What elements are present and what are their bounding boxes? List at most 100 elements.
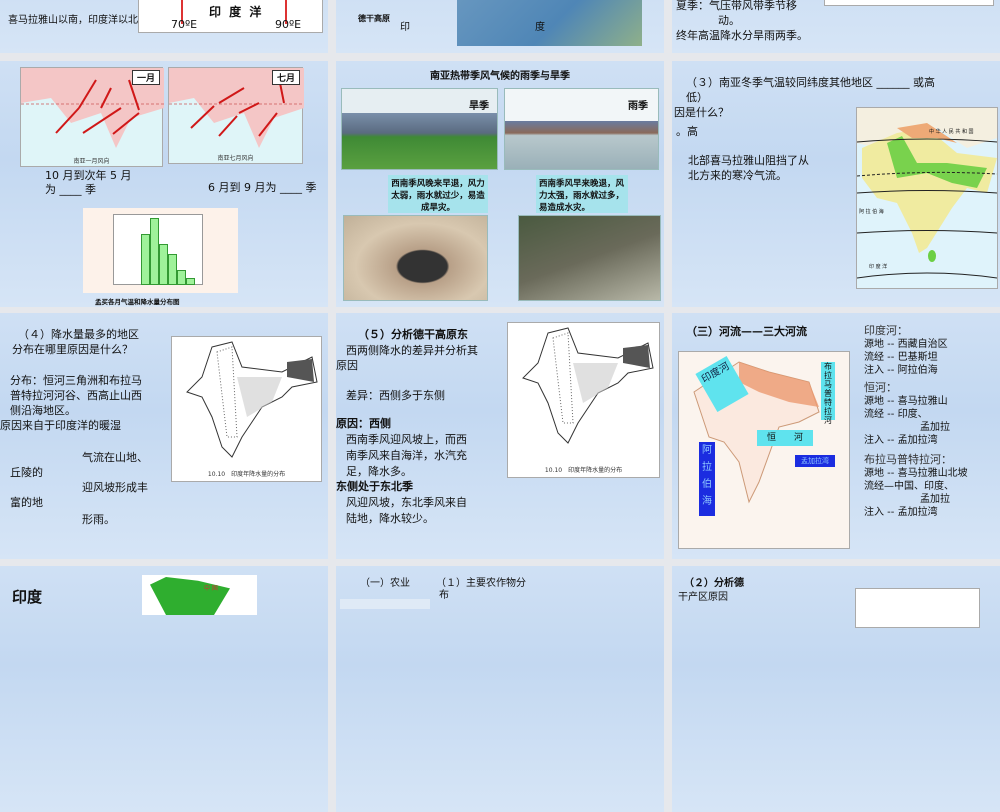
- brahmaputra-river-tag: 布拉马普特拉河: [821, 362, 835, 425]
- slide-thumbnail-2[interactable]: 德干高原 印 度: [336, 0, 664, 53]
- map-label: 阿 拉 伯 海: [859, 209, 884, 215]
- question-text: 分布在哪里原因是什么？: [12, 343, 133, 356]
- bay-of-bengal-tag: 孟加拉湾: [795, 455, 835, 467]
- slide-thumbnail-9[interactable]: （三）河流——三大河流 印度河 布拉马普特拉河 恒 河 阿拉伯海 孟加拉湾 印度…: [672, 313, 1000, 559]
- answer-text: 普特拉河河谷、西高止山西: [10, 389, 142, 402]
- map-image: [824, 0, 994, 6]
- answer-text: 分布：恒河三角洲和布拉马: [10, 374, 142, 387]
- rainy-season-note: 西南季风早来晚退，风力太强，雨水就过多，易造成水灾。: [536, 175, 628, 213]
- river-detail: 注入 -- 孟加拉湾: [864, 435, 938, 446]
- longitude-label: 70ºE: [171, 18, 198, 31]
- answer-text: 丘陵的: [10, 466, 43, 479]
- slide-thumbnail-7[interactable]: （４）降水量最多的地区 分布在哪里原因是什么？ 分布：恒河三角洲和布拉马 普特拉…: [0, 313, 328, 559]
- answer-text: 。高: [676, 125, 698, 138]
- slide-thumbnail-10[interactable]: 印度 中 国: [0, 566, 328, 812]
- slide-thumbnail-5[interactable]: 南亚热带季风气候的雨季与旱季 旱季 雨季 西南季风晚来早退，风力太弱，雨水就过少…: [336, 61, 664, 307]
- rainfall-map: 10.10 印度年降水量的分布: [507, 322, 660, 478]
- answer-text: 东侧处于东北季: [336, 480, 413, 493]
- india-map: 中 国: [142, 575, 257, 615]
- drought-photo: [343, 215, 488, 301]
- slide-text: （１）主要农作物分: [436, 578, 526, 589]
- answer-text: 原因来自于印度洋的暖湿: [0, 419, 121, 432]
- slide-text: 干产区原因: [678, 592, 728, 603]
- slide-text: （一）农业: [360, 578, 410, 589]
- map-label: 中 国: [204, 585, 218, 592]
- map-caption: 10.10 印度年降水量的分布: [544, 467, 623, 474]
- river-detail: 孟加拉: [920, 422, 950, 433]
- river-detail: 源地 -- 西藏自治区: [864, 339, 948, 350]
- rivers-map: 印度河 布拉马普特拉河 恒 河 阿拉伯海 孟加拉湾: [678, 351, 850, 549]
- flood-photo: [518, 215, 661, 301]
- map-label: 印 度 洋: [869, 264, 888, 270]
- dry-season-label: 旱季: [469, 101, 489, 112]
- longitude-label: 90ºE: [275, 18, 302, 31]
- map-image: 印 度 洋 70ºE 90ºE: [138, 0, 323, 33]
- river-detail: 注入 -- 孟加拉湾: [864, 507, 938, 518]
- question-text: 西两侧降水的差异并分析其: [346, 344, 478, 357]
- river-ganges: 恒河： 源地 -- 喜马拉雅山 流经 -- 印度、 孟加拉 注入 -- 孟加拉湾: [864, 381, 968, 447]
- map-label: 印 度 洋: [209, 5, 264, 19]
- answer-text: 足，降水多。: [346, 465, 412, 478]
- river-detail: 流经 -- 巴基斯坦: [864, 352, 938, 363]
- question-text: （３）南亚冬季气温较同纬度其他地区 ______ 或高: [686, 76, 935, 89]
- arabian-sea-tag: 阿拉伯海: [699, 442, 715, 516]
- river-detail: 注入 -- 阿拉伯海: [864, 365, 938, 376]
- satellite-map-image: 度: [457, 0, 642, 46]
- slide-thumbnail-1[interactable]: 喜马拉雅山以南，印度洋以北 印 度 洋 70ºE 90ºE: [0, 0, 328, 53]
- ganges-river-tag: 恒 河: [757, 430, 813, 446]
- question-text: 因是什么？: [674, 106, 729, 119]
- question-text: 6 月到 9 月为 ____ 季: [208, 181, 317, 194]
- river-detail: 流经—中国、印度、: [864, 481, 954, 492]
- rainy-season-photo: 雨季: [504, 88, 659, 170]
- river-brahmaputra: 布拉马普特拉河： 源地 -- 喜马拉雅山北坡 流经—中国、印度、 孟加拉 注入 …: [864, 453, 968, 519]
- slide-title: （三）河流——三大河流: [686, 325, 807, 338]
- wind-map-july: 七月 南亚七月风向: [168, 67, 304, 164]
- answer-text: 气流在山地、: [82, 451, 148, 464]
- slide-title: 印度: [12, 588, 43, 606]
- river-detail: 流经 -- 印度、: [864, 409, 928, 420]
- answer-text: 差异：西侧多于东侧: [346, 389, 445, 402]
- answer-text: 陆地，降水较少。: [346, 512, 434, 525]
- question-text: （５）分析德干高原东: [358, 328, 468, 341]
- month-tag: 七月: [271, 70, 300, 85]
- slide-text: 夏季：气压带风带季节移: [676, 0, 797, 12]
- question-text: 原因: [336, 359, 358, 372]
- map-caption: 南亚七月风向: [217, 155, 254, 162]
- answer-text: 原因：西侧: [336, 417, 391, 430]
- dry-season-photo: 旱季: [341, 88, 498, 170]
- answer-text: 风迎风坡，东北季风来自: [346, 496, 467, 509]
- answer-text: 富的地: [10, 496, 43, 509]
- south-asia-map: 中 华 人 民 共 和 国 阿 拉 伯 海 印 度 洋: [856, 107, 998, 289]
- rivers-list: 印度河： 源地 -- 西藏自治区 流经 -- 巴基斯坦 注入 -- 阿拉伯海 恒…: [864, 324, 968, 519]
- map-label: 度: [535, 22, 545, 33]
- slide-thumbnail-12[interactable]: （２）分析德 干产区原因: [672, 566, 1000, 812]
- river-detail: 孟加拉: [920, 494, 950, 505]
- river-name: 布拉马普特拉河：: [864, 453, 952, 466]
- answer-text: 北部喜马拉雅山阻挡了从: [688, 154, 809, 167]
- slide-text: 布: [439, 590, 449, 601]
- slide-text: 动。: [718, 14, 740, 27]
- slide-thumbnail-11[interactable]: （一）农业 （１）主要农作物分 布: [336, 566, 664, 812]
- slide-text: （２）分析德: [684, 578, 744, 589]
- map-image: [855, 588, 980, 628]
- slide-thumbnail-3[interactable]: 夏季：气压带风带季节移 动。 终年高温降水分旱雨两季。: [672, 0, 1000, 53]
- answer-text: 形雨。: [82, 513, 115, 526]
- river-detail: 源地 -- 喜马拉雅山北坡: [864, 468, 968, 479]
- map-label: 中 华 人 民 共 和 国: [929, 129, 974, 135]
- question-text: 为 ____ 季: [45, 183, 96, 196]
- answer-text: 迎风坡形成丰: [82, 481, 148, 494]
- chart-caption: 孟买各月气温和降水量分布图: [95, 298, 180, 306]
- slide-thumbnail-6[interactable]: （３）南亚冬季气温较同纬度其他地区 ______ 或高 低） 因是什么？ 。高 …: [672, 61, 1000, 307]
- rainy-season-label: 雨季: [628, 101, 648, 112]
- dry-season-note: 西南季风晚来早退，风力太弱，雨水就过少，易造成旱灾。: [388, 175, 488, 213]
- question-text: （４）降水量最多的地区: [18, 328, 139, 341]
- river-name: 恒河：: [864, 381, 897, 394]
- map-caption: 10.10 印度年降水量的分布: [207, 471, 286, 478]
- slide-text: 喜马拉雅山以南，印度洋以北: [8, 15, 138, 26]
- month-tag: 一月: [131, 70, 160, 85]
- slide-thumbnail-8[interactable]: （５）分析德干高原东 西两侧降水的差异并分析其 原因 差异：西侧多于东侧 原因：…: [336, 313, 664, 559]
- slide-thumbnail-4[interactable]: 一月 南亚一月风向 七月 南亚七月风向 10 月到次年 5 月 为 ____ 季…: [0, 61, 328, 307]
- map-label: 德干高原: [358, 14, 390, 23]
- map-caption: 南亚一月风向: [73, 158, 110, 165]
- answer-text: 南季风来自海洋，水汽充: [346, 449, 467, 462]
